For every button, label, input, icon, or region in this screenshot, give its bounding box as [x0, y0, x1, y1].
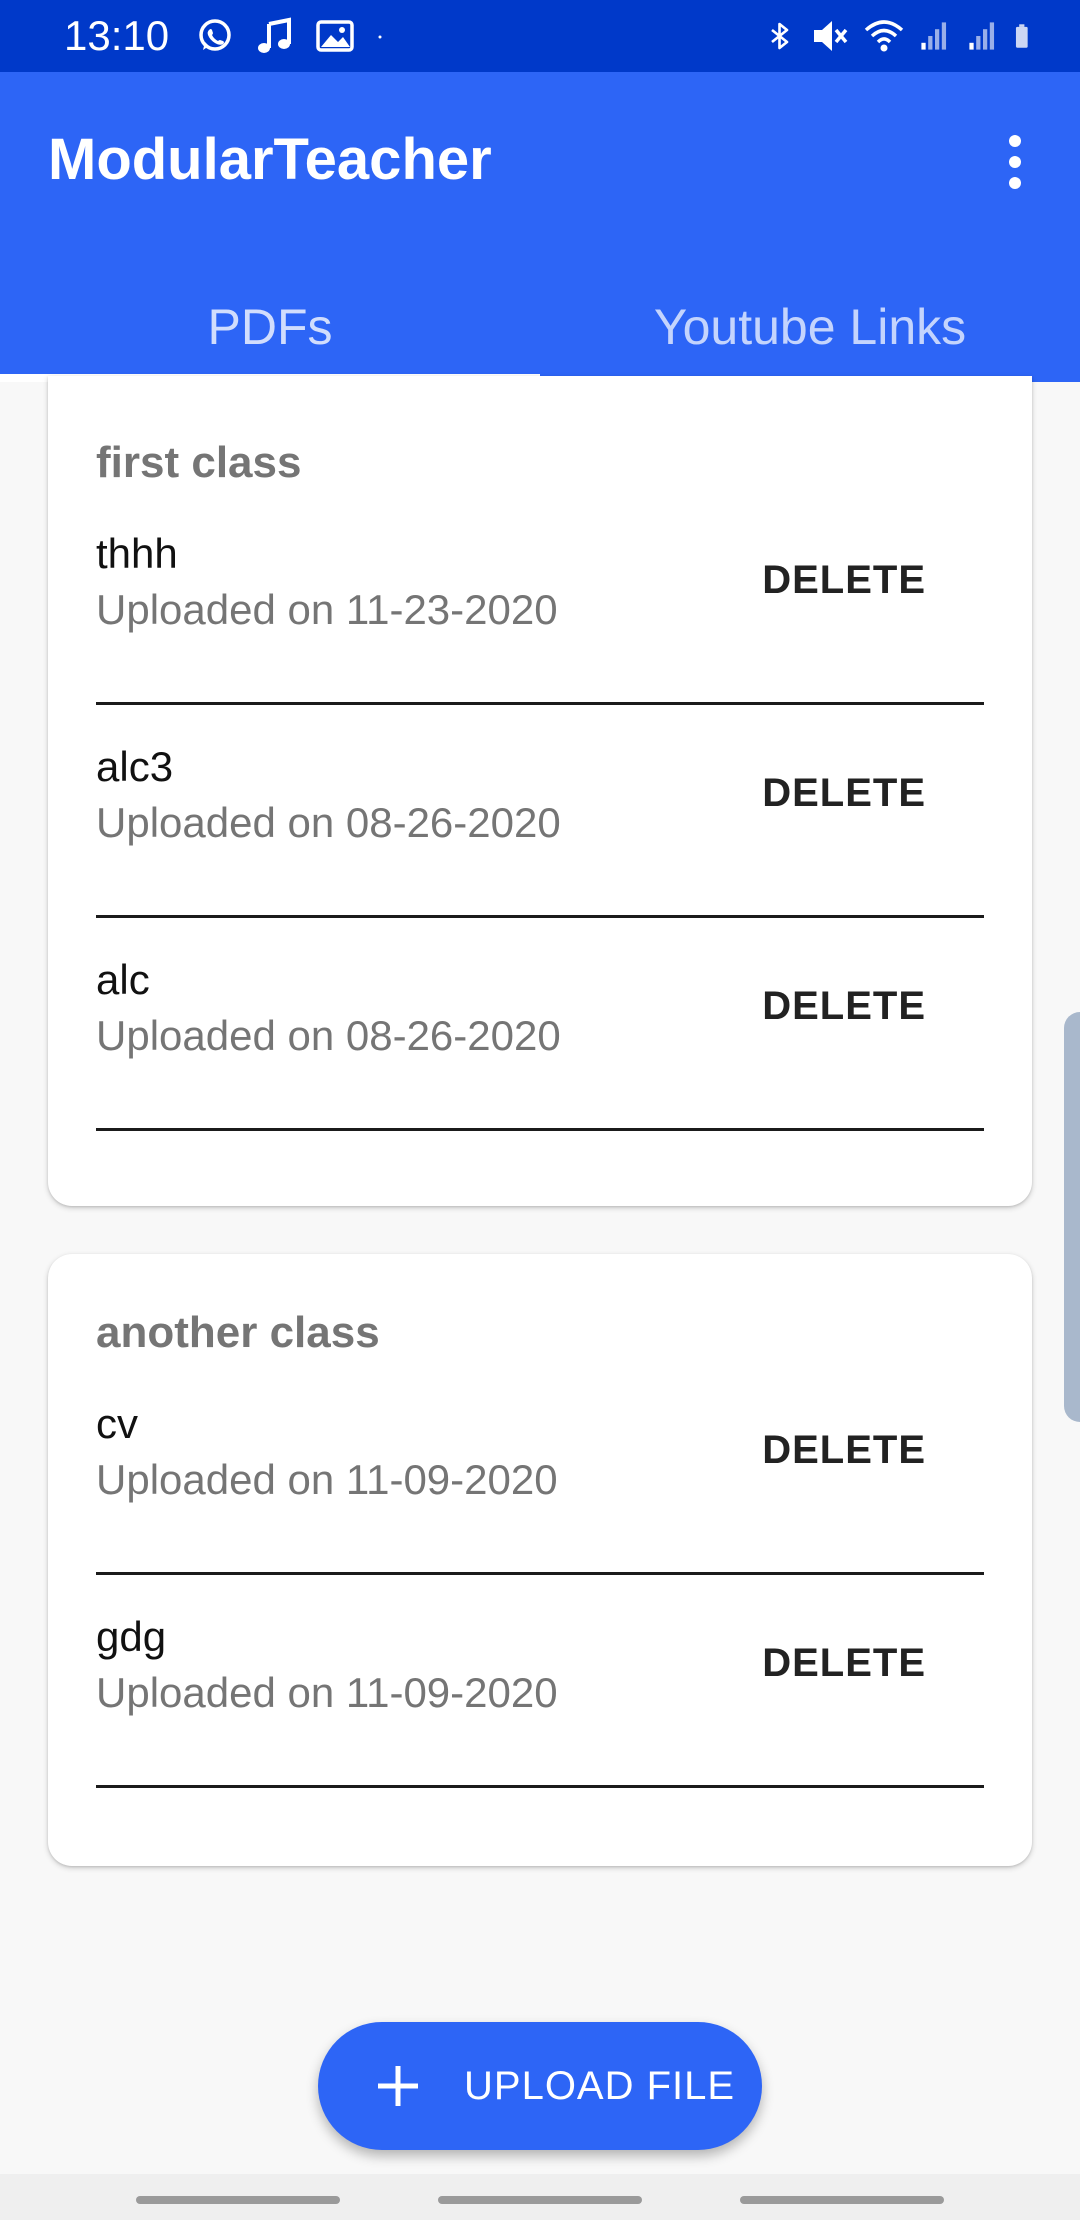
tab-youtube-links[interactable]: Youtube Links	[540, 272, 1080, 382]
file-upload-date: Uploaded on 11-09-2020	[96, 1456, 558, 1503]
overflow-dot	[1009, 156, 1021, 168]
app-bar: ModularTeacher PDFs Youtube Links	[0, 72, 1080, 382]
status-right-icons	[766, 14, 1040, 58]
scrollbar-thumb[interactable]	[1064, 1012, 1080, 1422]
file-name: alc	[96, 956, 150, 1003]
delete-button[interactable]: DELETE	[762, 558, 926, 603]
plus-icon	[378, 2066, 418, 2106]
file-row: alc3 Uploaded on 08-26-2020 DELETE	[96, 703, 984, 918]
class-title: another class	[96, 1308, 380, 1357]
delete-button[interactable]: DELETE	[762, 984, 926, 1029]
tab-bar: PDFs Youtube Links	[0, 272, 1080, 382]
file-name: cv	[96, 1400, 138, 1447]
delete-button[interactable]: DELETE	[762, 771, 926, 816]
system-nav-bar	[0, 2174, 1080, 2220]
file-row: alc Uploaded on 08-26-2020 DELETE	[96, 916, 984, 1131]
file-name: thhh	[96, 530, 178, 577]
file-name: gdg	[96, 1613, 167, 1660]
tab-pdfs[interactable]: PDFs	[0, 272, 540, 382]
delete-button[interactable]: DELETE	[762, 1428, 926, 1473]
file-name: alc3	[96, 743, 174, 790]
status-bar: 13:10	[0, 0, 1080, 72]
wifi-icon	[864, 20, 904, 52]
music-note-icon	[258, 17, 291, 53]
file-upload-date: Uploaded on 11-09-2020	[96, 1669, 558, 1716]
whatsapp-icon	[199, 19, 231, 51]
delete-button[interactable]: DELETE	[762, 1641, 926, 1686]
class-card-first-class: first class thhh Uploaded on 11-23-2020 …	[48, 376, 1032, 1206]
signal-icon	[921, 22, 947, 50]
battery-icon	[1015, 24, 1028, 48]
overflow-dot	[1009, 177, 1021, 189]
app-title: ModularTeacher	[48, 127, 492, 192]
nav-recents-button[interactable]	[136, 2196, 340, 2204]
file-row: gdg Uploaded on 11-09-2020 DELETE	[96, 1573, 984, 1788]
nav-home-button[interactable]	[438, 2196, 642, 2204]
dot-icon	[378, 35, 382, 39]
class-card-another-class: another class cv Uploaded on 11-09-2020 …	[48, 1254, 1032, 1866]
mute-icon	[814, 21, 848, 51]
signal-icon	[969, 22, 995, 50]
file-row: thhh Uploaded on 11-23-2020 DELETE	[96, 490, 984, 705]
file-upload-date: Uploaded on 08-26-2020	[96, 799, 561, 846]
class-title: first class	[96, 438, 302, 487]
nav-back-button[interactable]	[740, 2196, 944, 2204]
status-left-icons	[195, 14, 395, 58]
overflow-dot	[1009, 135, 1021, 147]
file-row: cv Uploaded on 11-09-2020 DELETE	[96, 1360, 984, 1575]
more-vert-icon[interactable]	[980, 122, 1050, 202]
gallery-icon	[316, 20, 354, 52]
file-upload-date: Uploaded on 11-23-2020	[96, 586, 558, 633]
bluetooth-icon	[771, 22, 789, 50]
file-upload-date: Uploaded on 08-26-2020	[96, 1012, 561, 1059]
status-time: 13:10	[64, 12, 170, 59]
upload-file-button[interactable]: UPLOAD FILE	[318, 2022, 762, 2150]
upload-file-label: UPLOAD FILE	[464, 2064, 736, 2108]
